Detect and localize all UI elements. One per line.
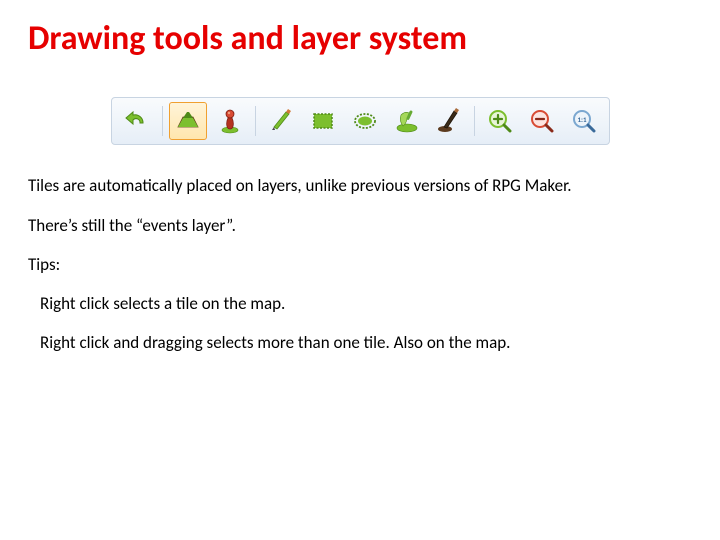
- toolbar-separator: [474, 106, 475, 136]
- floodfill-button[interactable]: [388, 102, 426, 140]
- map-mode-button[interactable]: [169, 102, 207, 140]
- rectangle-icon: [309, 107, 337, 135]
- zoom-in-button[interactable]: [481, 102, 519, 140]
- svg-text:1:1: 1:1: [577, 115, 586, 124]
- undo-icon: [123, 107, 151, 135]
- pencil-icon: [267, 107, 295, 135]
- tips-heading: Tips:: [28, 254, 692, 275]
- zoom-actual-icon: 1:1: [570, 107, 598, 135]
- zoom-in-icon: [486, 107, 514, 135]
- floodfill-icon: [393, 107, 421, 135]
- toolbar-container: 1:1: [28, 97, 692, 145]
- slide-content: Drawing tools and layer system: [0, 0, 720, 392]
- ellipse-button[interactable]: [346, 102, 384, 140]
- tip-right-click: Right click selects a tile on the map.: [40, 293, 692, 314]
- rectangle-button[interactable]: [304, 102, 342, 140]
- zoom-out-button[interactable]: [523, 102, 561, 140]
- zoom-actual-button[interactable]: 1:1: [565, 102, 603, 140]
- event-mode-icon: [216, 107, 244, 135]
- drawing-toolbar: 1:1: [111, 97, 610, 145]
- shadowpen-button[interactable]: [430, 102, 468, 140]
- paragraph-events-layer: There’s still the “events layer”.: [28, 215, 692, 236]
- map-mode-icon: [174, 107, 202, 135]
- toolbar-separator: [162, 106, 163, 136]
- shadowpen-icon: [435, 107, 463, 135]
- undo-button[interactable]: [118, 102, 156, 140]
- zoom-out-icon: [528, 107, 556, 135]
- tip-right-click-drag: Right click and dragging selects more th…: [40, 332, 692, 353]
- page-title: Drawing tools and layer system: [28, 20, 692, 57]
- toolbar-separator: [255, 106, 256, 136]
- paragraph-layers: Tiles are automatically placed on layers…: [28, 175, 692, 196]
- event-mode-button[interactable]: [211, 102, 249, 140]
- ellipse-icon: [351, 107, 379, 135]
- pencil-button[interactable]: [262, 102, 300, 140]
